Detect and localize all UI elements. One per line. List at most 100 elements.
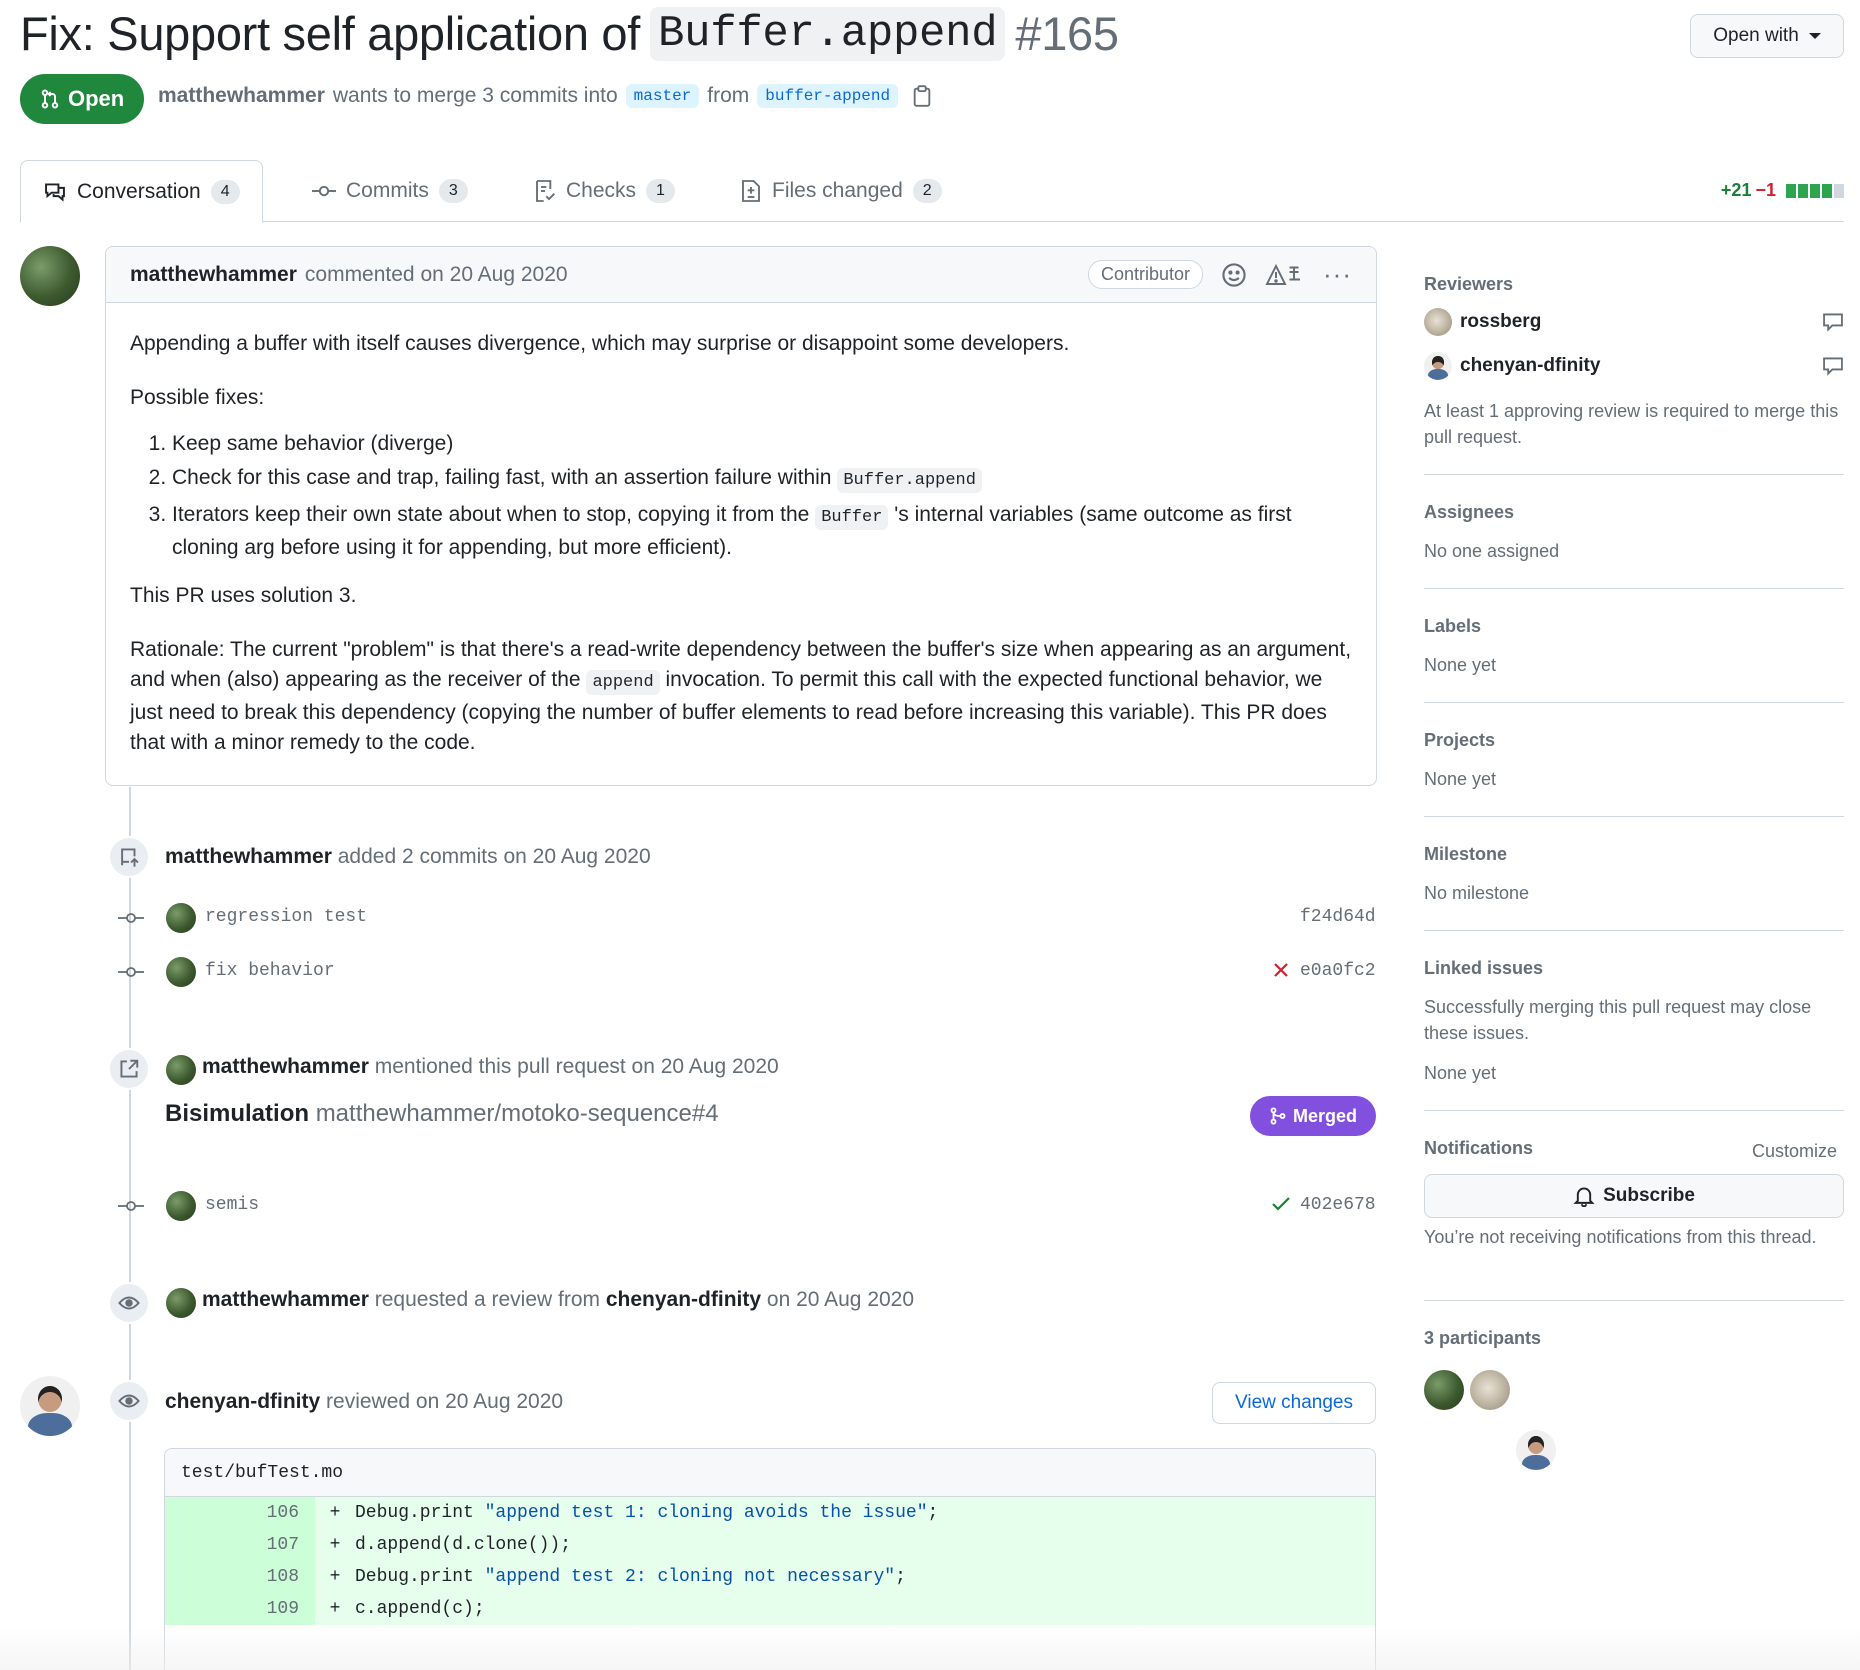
- line-number[interactable]: 109: [165, 1593, 315, 1625]
- checklist-icon: [536, 180, 555, 202]
- code-string: "append test 2: cloning not necessary": [484, 1567, 896, 1587]
- tab-conversation[interactable]: Conversation 4: [20, 160, 263, 223]
- pr-title-text: Fix: Support self application of: [20, 7, 641, 60]
- diff-deletions: −1: [1755, 180, 1776, 200]
- from-text: from: [707, 84, 750, 107]
- reviewer-avatar[interactable]: [20, 1376, 80, 1436]
- tab-counter: 2: [912, 179, 942, 203]
- event-text: requested a review from: [374, 1288, 601, 1311]
- mention-event: matthewhammer mentioned this pull reques…: [202, 1055, 779, 1079]
- reference-repo[interactable]: matthewhammer/motoko-sequence#4: [316, 1100, 719, 1127]
- assignees-heading[interactable]: Assignees: [1424, 502, 1844, 523]
- diffstat-bar: [1810, 183, 1820, 198]
- diff-sign: +: [329, 1503, 341, 1523]
- tab-files-changed[interactable]: Files changed 2: [740, 160, 942, 222]
- kebab-icon[interactable]: ···: [1323, 259, 1352, 290]
- diffstat-bar: [1834, 183, 1844, 198]
- linked-issues-heading[interactable]: Linked issues: [1424, 958, 1844, 979]
- notifications-note: You’re not receiving notifications from …: [1424, 1227, 1817, 1247]
- code-file-path[interactable]: test/bufTest.mo: [165, 1449, 1375, 1497]
- participant-avatar[interactable]: [1424, 1370, 1464, 1410]
- pr-number: #165: [1015, 7, 1119, 60]
- labels-heading[interactable]: Labels: [1424, 616, 1844, 637]
- state-label: Open: [68, 86, 125, 111]
- code-line: 107 + d.append(d.clone());: [165, 1529, 1375, 1561]
- milestone-value: No milestone: [1424, 883, 1530, 903]
- commit-author-avatar[interactable]: [166, 957, 196, 987]
- tab-label: Conversation: [77, 179, 201, 203]
- tab-label: Commits: [346, 179, 429, 202]
- pr-description-comment: matthewhammer commented on 20 Aug 2020 C…: [105, 246, 1377, 786]
- subscribe-button[interactable]: Subscribe: [1424, 1174, 1844, 1218]
- author-avatar[interactable]: [20, 246, 80, 306]
- code-text: c.append(c);: [355, 1599, 485, 1619]
- smiley-icon[interactable]: [1221, 262, 1247, 288]
- tab-counter: 3: [438, 179, 468, 203]
- commit-author-avatar[interactable]: [166, 1191, 196, 1221]
- event-author[interactable]: matthewhammer: [202, 1288, 369, 1311]
- commit-icon: [118, 913, 144, 923]
- commit-message[interactable]: regression test: [205, 907, 367, 927]
- reviewer-avatar[interactable]: [1424, 308, 1452, 336]
- commit-message[interactable]: fix behavior: [205, 961, 335, 981]
- event-author[interactable]: chenyan-dfinity: [165, 1390, 320, 1413]
- participant-avatar[interactable]: [1470, 1370, 1510, 1410]
- comment-author[interactable]: matthewhammer: [130, 263, 297, 287]
- reference-title[interactable]: Bisimulation: [165, 1100, 309, 1127]
- participant-avatar[interactable]: [1516, 1430, 1556, 1470]
- reviewers-heading[interactable]: Reviewers: [1424, 274, 1844, 295]
- reviewer-row: chenyan-dfinity: [1424, 352, 1844, 380]
- base-branch[interactable]: master: [625, 84, 700, 108]
- projects-heading[interactable]: Projects: [1424, 730, 1844, 751]
- diff-sign: +: [329, 1599, 341, 1619]
- inline-code: append: [586, 670, 660, 695]
- code-text: ;: [895, 1567, 906, 1587]
- line-number[interactable]: 106: [165, 1497, 315, 1529]
- x-fail-icon[interactable]: [1273, 962, 1289, 978]
- list-item: Keep same behavior (diverge): [172, 429, 1360, 459]
- event-reviewer[interactable]: chenyan-dfinity: [606, 1288, 761, 1311]
- tab-checks[interactable]: Checks 1: [534, 160, 675, 222]
- comment-icon: [1823, 357, 1843, 376]
- caret-down-icon: [1808, 33, 1821, 39]
- author-link[interactable]: matthewhammer: [158, 84, 325, 108]
- commit-message[interactable]: semis: [205, 1195, 259, 1215]
- line-number[interactable]: 108: [165, 1561, 315, 1593]
- diff-sign: +: [329, 1567, 341, 1587]
- list-item-text: Iterators keep their own state about whe…: [172, 503, 810, 526]
- commit-row: [118, 1198, 144, 1219]
- requester-avatar[interactable]: [166, 1288, 196, 1318]
- reviewer-name[interactable]: rossberg: [1460, 311, 1541, 333]
- review-event: chenyan-dfinity reviewed on 20 Aug 2020: [165, 1390, 563, 1414]
- check-icon[interactable]: [1271, 1196, 1291, 1212]
- milestone-heading[interactable]: Milestone: [1424, 844, 1844, 865]
- customize-link[interactable]: Customize: [1752, 1138, 1837, 1164]
- commit-sha[interactable]: f24d64d: [1300, 907, 1376, 927]
- code-text: d.append(d.clone());: [355, 1535, 572, 1555]
- eye-icon: [108, 1380, 150, 1422]
- commit-sha[interactable]: e0a0fc2: [1300, 961, 1376, 981]
- reviewer-avatar[interactable]: [1424, 352, 1452, 380]
- mention-author-avatar[interactable]: [166, 1055, 196, 1085]
- participants-heading: 3 participants: [1424, 1328, 1542, 1348]
- fixes-list: Keep same behavior (diverge) Check for t…: [172, 429, 1360, 563]
- tab-commits[interactable]: Commits 3: [312, 160, 468, 222]
- commit-sha[interactable]: 402e678: [1300, 1195, 1376, 1215]
- commit-row: [118, 910, 144, 931]
- event-date: on 20 Aug 2020: [766, 1288, 915, 1311]
- open-with-button[interactable]: Open with: [1690, 14, 1844, 58]
- commit-author-avatar[interactable]: [166, 903, 196, 933]
- event-author[interactable]: matthewhammer: [165, 845, 332, 868]
- assignees-value: No one assigned: [1424, 541, 1560, 561]
- head-branch[interactable]: buffer-append: [757, 84, 899, 108]
- copilot-icon[interactable]: [1265, 263, 1305, 287]
- merge-text: wants to merge 3 commits into: [332, 84, 618, 107]
- reviewer-name[interactable]: chenyan-dfinity: [1460, 355, 1600, 377]
- code-text: Debug.print: [355, 1503, 485, 1523]
- mention-reference[interactable]: Bisimulation matthewhammer/motoko-sequen…: [165, 1100, 719, 1128]
- event-author[interactable]: matthewhammer: [202, 1055, 369, 1078]
- repo-push-icon: [108, 836, 150, 878]
- view-changes-button[interactable]: View changes: [1212, 1382, 1376, 1424]
- copy-icon[interactable]: [912, 85, 932, 107]
- line-number[interactable]: 107: [165, 1529, 315, 1561]
